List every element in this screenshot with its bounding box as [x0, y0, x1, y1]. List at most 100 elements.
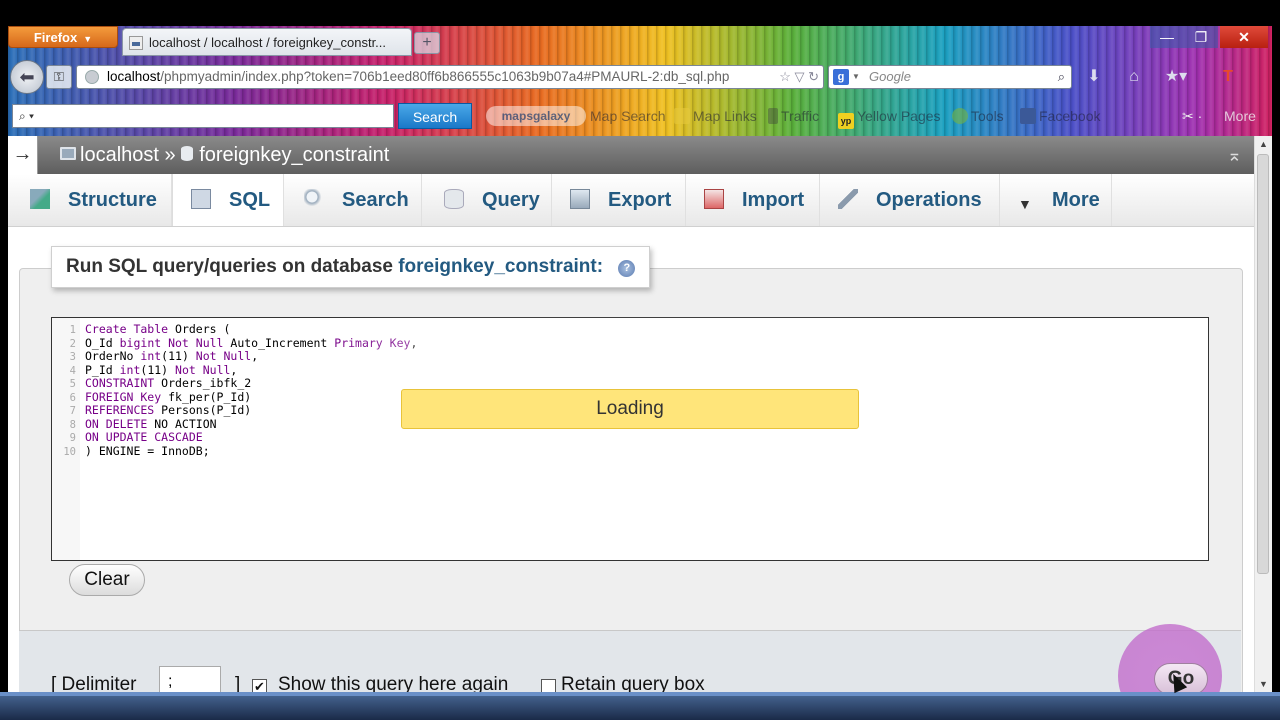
help-icon[interactable]: ? — [618, 260, 636, 277]
minimize-button[interactable]: — — [1150, 26, 1184, 48]
firefox-menu-button[interactable]: Firefox ▼ — [8, 26, 118, 48]
retain-query-label: Retain query box — [561, 674, 705, 692]
delimiter-label: [ Delimiter — [51, 674, 137, 692]
windows-taskbar — [0, 692, 1280, 720]
query-icon — [444, 189, 464, 209]
code-line: 10) ENGINE = InnoDB; — [52, 444, 209, 459]
sql-keyword: FOREIGN Key — [85, 389, 162, 404]
tab-more[interactable]: ▼ More — [1000, 174, 1112, 226]
maximize-button[interactable]: ❐ — [1184, 26, 1218, 48]
code-line: 4 P_Id int(11) Not Null, — [52, 362, 238, 378]
sql-text: P_Id — [85, 362, 120, 377]
addon-t-icon[interactable]: T — [1214, 65, 1242, 89]
collapse-icon[interactable]: ⌅ — [1227, 136, 1242, 174]
tab-sql[interactable]: SQL — [172, 174, 284, 226]
browser-chrome: Firefox ▼ localhost / localhost / foreign… — [8, 26, 1272, 136]
breadcrumb-database[interactable]: foreignkey_constraint — [199, 144, 389, 166]
sql-keyword: Not Null — [175, 362, 231, 377]
home-icon[interactable]: ⌂ — [1120, 65, 1148, 89]
show-query-checkbox[interactable]: ✔ — [252, 679, 267, 692]
tab-search[interactable]: Search — [284, 174, 422, 226]
delimiter-input[interactable]: ; — [159, 666, 221, 692]
scroll-down-icon[interactable]: ▼ — [1255, 676, 1272, 692]
line-number: 3 — [69, 351, 76, 363]
sql-query-editor[interactable]: 1 Create Table Orders (2 O_Id bigint Not N… — [51, 317, 1209, 561]
retain-query-checkbox[interactable] — [541, 679, 556, 692]
firefox-menu-label: Firefox — [33, 30, 78, 45]
sql-keyword: Create Table — [85, 322, 169, 336]
toolbar-link-tools[interactable]: Tools — [952, 108, 1004, 124]
traffic-light-icon — [768, 108, 778, 124]
wrench-icon — [838, 189, 858, 209]
tab-export[interactable]: Export — [552, 174, 686, 226]
bookmark-star-icon[interactable]: ☆ — [779, 69, 791, 84]
search-toolbar: ⌕ ▾ Search mapsgalaxy Map Search Map Lin… — [8, 100, 1272, 132]
sql-keyword: ON UPDATE CASCADE — [85, 430, 203, 444]
toolbar-link-traffic[interactable]: Traffic — [768, 108, 819, 124]
sql-document-icon — [191, 189, 211, 209]
reload-icon[interactable]: ↻ — [808, 69, 819, 84]
key-icon[interactable]: ⚿ — [46, 65, 72, 89]
sql-text: , — [230, 362, 238, 377]
line-number: 10 — [63, 445, 76, 458]
tab-structure[interactable]: Structure — [8, 174, 172, 226]
magnifier-icon[interactable]: ⌕ — [1058, 66, 1065, 88]
breadcrumb-separator: » — [164, 144, 176, 166]
phpmyadmin-page: → localhost » foreignkey_constraint ⌅ St… — [8, 136, 1254, 692]
download-icon[interactable]: ⬇ — [1080, 65, 1108, 89]
tab-query[interactable]: Query — [422, 174, 552, 226]
sql-keyword: Primary Key — [334, 335, 411, 350]
code-line: 5 CONSTRAINT Orders_ibfk_2 — [52, 376, 252, 391]
sql-panel-title-db[interactable]: foreignkey_constraint: — [398, 256, 603, 277]
scroll-up-icon[interactable]: ▲ — [1255, 136, 1272, 152]
breadcrumb-server[interactable]: localhost — [80, 144, 159, 166]
back-button[interactable]: ⬅ — [10, 60, 44, 94]
phpmyadmin-favicon-icon — [129, 36, 143, 50]
scrollbar-thumb[interactable] — [1257, 154, 1269, 574]
toolbar-search-button[interactable]: Search — [398, 103, 472, 129]
globe-icon — [85, 70, 99, 84]
search-icon: ⌕ ▾ — [19, 109, 35, 123]
map-icon — [674, 108, 690, 124]
sql-text: , — [410, 335, 418, 350]
code-line: 1 Create Table Orders ( — [52, 322, 231, 337]
mapsgalaxy-logo[interactable]: mapsgalaxy — [486, 106, 586, 126]
browser-tab[interactable]: localhost / localhost / foreignkey_const… — [122, 28, 412, 56]
page-scrollbar[interactable]: ▲ ▼ — [1254, 136, 1272, 692]
sql-text: fk_per(P_Id) — [161, 389, 252, 404]
google-icon: g — [833, 69, 849, 85]
toolbar-link-map-links[interactable]: Map Links — [674, 108, 757, 124]
clear-button[interactable]: Clear — [69, 564, 145, 596]
tools-icon — [952, 108, 968, 124]
sql-text: OrderNo — [85, 349, 141, 363]
export-icon — [570, 189, 590, 209]
sql-panel-title-prefix: Run SQL query/queries on database — [66, 256, 393, 277]
delimiter-close-bracket: ] — [235, 674, 241, 692]
toolbar-more-link[interactable]: More — [1224, 108, 1256, 124]
sql-text: Auto_Increment — [223, 335, 335, 350]
import-icon — [704, 189, 724, 209]
close-window-button[interactable]: ✕ — [1220, 26, 1268, 48]
server-icon — [60, 147, 76, 160]
toolbar-search-input[interactable]: ⌕ ▾ — [12, 104, 394, 128]
toolbar-wrench-icon[interactable]: ✂ · — [1182, 108, 1202, 125]
url-host: localhost — [107, 69, 161, 84]
loading-notification: Loading — [401, 389, 859, 429]
navigation-toggle-arrow-icon[interactable]: → — [8, 136, 38, 174]
dropdown-icon[interactable]: ▽ — [794, 69, 804, 84]
search-engine-box[interactable]: g ▼ Google ⌕ — [828, 65, 1072, 89]
tab-import[interactable]: Import — [686, 174, 820, 226]
line-number: 5 — [69, 378, 76, 390]
tab-operations[interactable]: Operations — [820, 174, 1000, 226]
toolbar-link-facebook[interactable]: Facebook — [1020, 108, 1100, 124]
url-bar[interactable]: localhost/phpmyadmin/index.php?token=706… — [76, 65, 824, 89]
bookmarks-icon[interactable]: ★▾ — [1162, 65, 1190, 89]
toolbar-link-map-search[interactable]: Map Search — [590, 108, 665, 124]
line-number: 1 — [69, 324, 76, 336]
tab-title: localhost / localhost / foreignkey_const… — [149, 35, 387, 50]
chevron-down-icon: ▼ — [83, 34, 93, 44]
code-line: 7 REFERENCES Persons(P_Id) — [52, 403, 252, 418]
new-tab-button[interactable]: + — [414, 32, 440, 54]
toolbar-link-yellow-pages[interactable]: yp Yellow Pages — [838, 108, 941, 129]
sql-keyword: int — [140, 349, 162, 363]
